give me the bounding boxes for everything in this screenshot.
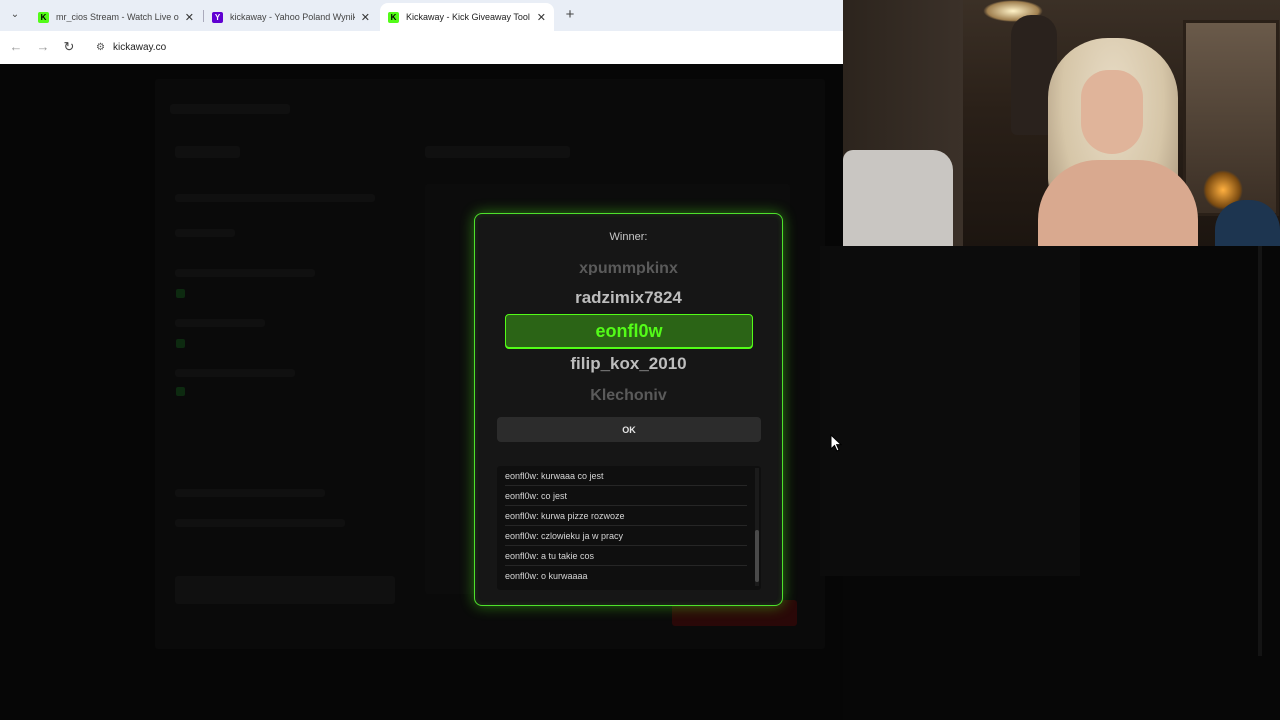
webcam-feed-image [843, 0, 1280, 246]
forward-arrow-icon[interactable]: → [35, 39, 51, 54]
winner-chat-log[interactable]: eonfl0w: kurwaaa co jest eonfl0w: co jes… [497, 466, 761, 590]
chat-message: eonfl0w: kurwa pizze rozwoze [505, 506, 747, 526]
setting-row-placeholder [175, 519, 345, 527]
chat-message: eonfl0w: kurwaaa co jest [505, 466, 747, 486]
webcam-chair [1215, 200, 1280, 246]
back-arrow-icon[interactable]: ← [8, 39, 24, 54]
start-button-placeholder [175, 576, 395, 604]
stream-side-area [820, 246, 1280, 720]
kick-logo-icon: K [38, 11, 49, 23]
mouse-cursor-icon [830, 434, 842, 452]
reel-entry-previous-1: radzimix7824 [575, 288, 682, 307]
kickaway-logo-icon: K [388, 11, 399, 23]
chat-scrollbar-thumb[interactable] [755, 530, 759, 582]
tab-yahoo-search[interactable]: Y kickaway - Yahoo Poland Wyniki ✕ [204, 3, 378, 31]
page-header-placeholder [170, 104, 290, 114]
close-icon[interactable]: ✕ [185, 11, 194, 24]
new-tab-plus-icon[interactable]: + [562, 6, 578, 23]
side-panel-placeholder [820, 246, 1080, 576]
address-url: kickaway.co [112, 42, 167, 53]
chat-message: eonfl0w: a tu takie cos [505, 546, 747, 566]
setting-row-placeholder [175, 489, 325, 497]
reel-entry-next-2: Klechoniv [590, 387, 667, 404]
winner-modal: Winner: xpummpkinx radzimix7824 eonfl0w … [474, 213, 783, 606]
browser-toolbar: ← → ↻ ⚙ kickaway.co [0, 31, 843, 64]
toggle-dot [176, 289, 185, 298]
toggle-dot [176, 339, 185, 348]
browser-window: ⌄ K mr_cios Stream - Watch Live on Kick … [0, 0, 843, 64]
tab-search-chevron-icon[interactable]: ⌄ [6, 6, 24, 24]
tab-strip: ⌄ K mr_cios Stream - Watch Live on Kick … [0, 0, 843, 31]
address-bar[interactable]: ⚙ kickaway.co [92, 36, 837, 59]
tab-title: mr_cios Stream - Watch Live on Kick [56, 12, 179, 22]
tab-kickaway[interactable]: K Kickaway - Kick Giveaway Tool ✕ [380, 3, 554, 31]
tab-title: Kickaway - Kick Giveaway Tool [406, 12, 530, 22]
chat-message: eonfl0w: co jest [505, 486, 747, 506]
setting-row-placeholder [175, 369, 295, 377]
webcam-bed [843, 150, 953, 246]
reel-entry-previous-2: xpummpkinx [579, 260, 678, 275]
close-icon[interactable]: ✕ [537, 11, 546, 24]
toggle-dot [176, 387, 185, 396]
reload-icon[interactable]: ↻ [61, 39, 77, 55]
chat-message: eonfl0w: o kurwaaaa [505, 571, 588, 581]
tab-title: kickaway - Yahoo Poland Wyniki [230, 12, 355, 22]
site-settings-icon[interactable]: ⚙ [96, 42, 105, 53]
participants-heading-placeholder [425, 146, 570, 158]
webcam-streamer-face [1081, 70, 1143, 154]
setting-row-placeholder [175, 269, 315, 277]
tab-kick-stream[interactable]: K mr_cios Stream - Watch Live on Kick ✕ [30, 3, 202, 31]
setting-row-placeholder [175, 229, 235, 237]
winner-label: Winner: [609, 231, 648, 243]
reel-entry-next-1: filip_kox_2010 [570, 354, 687, 373]
chat-message: eonfl0w: czlowieku ja w pracy [505, 526, 747, 546]
close-icon[interactable]: ✕ [361, 11, 370, 24]
ok-button[interactable]: OK [497, 417, 761, 442]
setting-row-placeholder [175, 194, 375, 202]
settings-heading-placeholder [175, 146, 240, 158]
yahoo-logo-icon: Y [212, 11, 223, 23]
side-scrollbar [1258, 246, 1262, 656]
selected-winner: eonfl0w [505, 314, 753, 348]
setting-row-placeholder [175, 319, 265, 327]
webcam-streamer-body [1038, 160, 1198, 246]
